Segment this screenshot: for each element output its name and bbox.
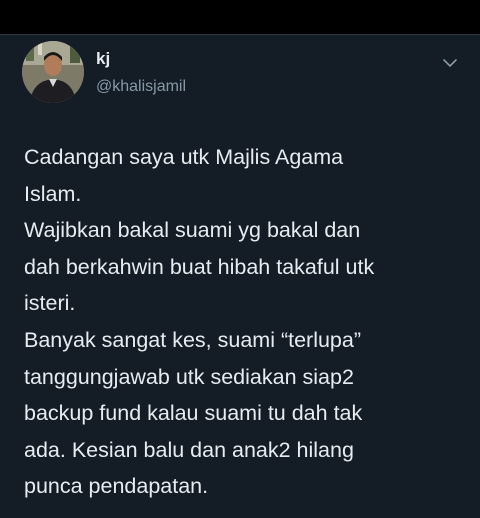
chevron-down-icon[interactable] (440, 53, 460, 73)
tweet-line: Banyak sangat kes, suami “terlupa” (24, 327, 361, 352)
profile-photo-icon (22, 41, 84, 103)
tweet-text: Cadangan saya utk Majlis Agama Islam. Wa… (24, 139, 464, 505)
tweet-line: isteri. (24, 291, 76, 316)
tweet-line: backup fund kalau suami tu dah tak (24, 401, 363, 426)
tweet-line: Islam. (24, 181, 82, 206)
tweet-line: tanggungjawab utk sediakan siap2 (24, 364, 354, 389)
tweet-line: Cadangan saya utk Majlis Agama (24, 145, 344, 169)
author-avatar[interactable] (22, 41, 84, 103)
tweet-line: ada. Kesian balu dan anak2 hilang (24, 437, 354, 462)
author-handle[interactable]: @khalisjamil (96, 77, 186, 97)
author-name[interactable]: kj (96, 49, 110, 69)
tweet-line: dah berkahwin buat hibah takaful utk (24, 254, 375, 279)
tweet-line: Wajibkan bakal suami yg bakal dan (24, 218, 361, 243)
tweet-line: punca pendapatan. (24, 474, 209, 499)
tweet-card: kj @khalisjamil Cadangan saya utk Majlis… (0, 35, 480, 518)
top-black-bar (0, 0, 480, 34)
